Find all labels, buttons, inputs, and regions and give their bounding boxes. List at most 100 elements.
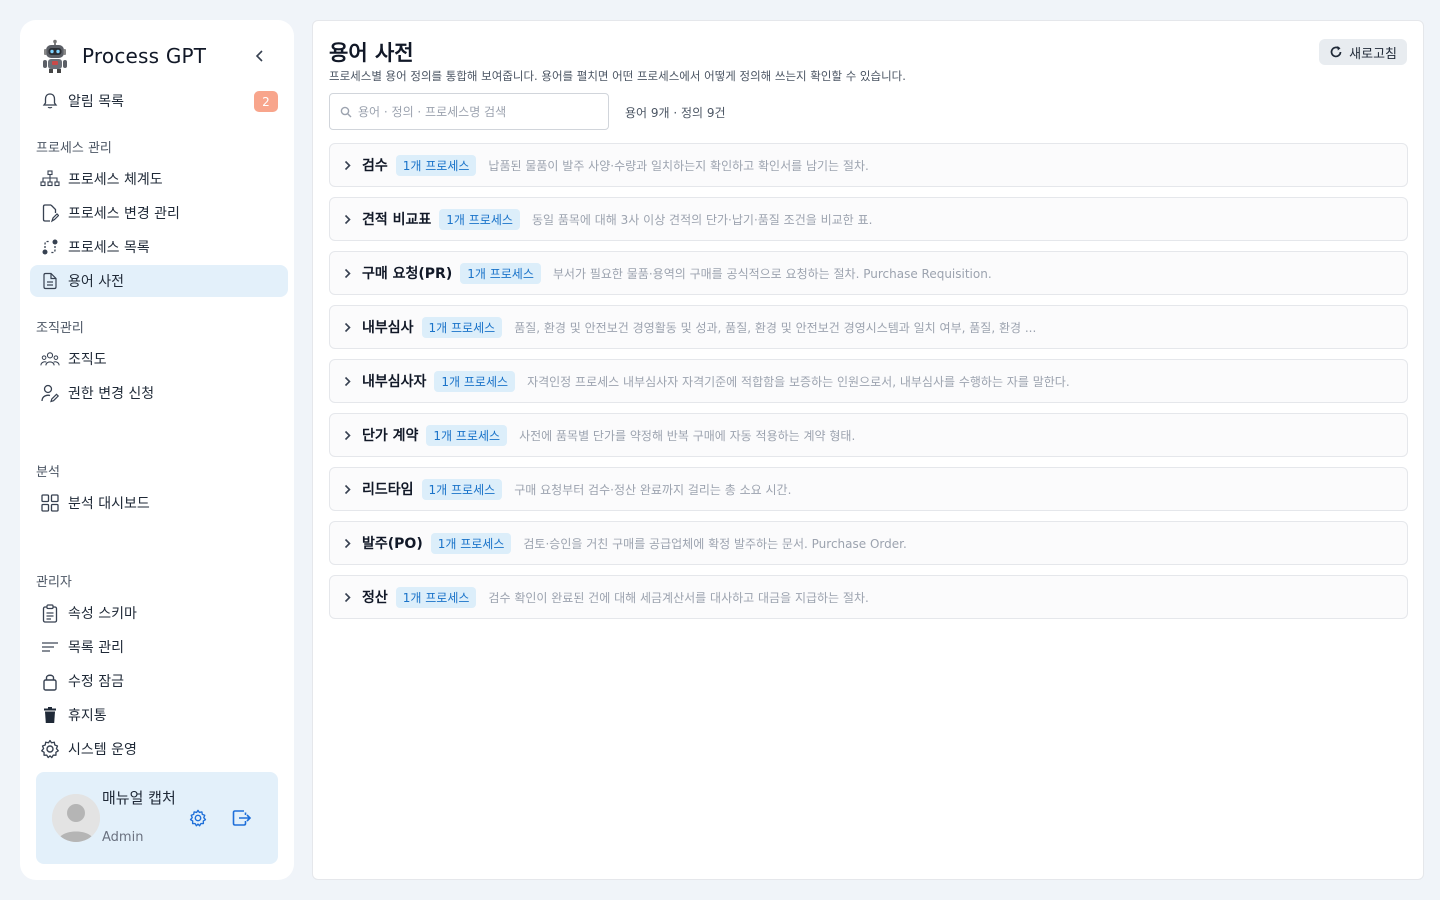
logout-icon (232, 810, 252, 826)
sidebar-item-attribute-schema[interactable]: 속성 스키마 (30, 597, 288, 629)
sidebar-item-list-management[interactable]: 목록 관리 (30, 631, 288, 663)
process-flow-icon (40, 237, 60, 257)
sidebar-item-process-change[interactable]: 프로세스 변경 관리 (30, 197, 288, 229)
settings-gear-icon (189, 809, 207, 827)
term-name: 리드타임 (362, 482, 414, 498)
chevron-left-icon (255, 50, 263, 62)
process-count-badge: 1개 프로세스 (434, 370, 516, 392)
dashboard-grid-icon (40, 493, 60, 513)
term-name: 견적 비교표 (362, 212, 432, 228)
term-row[interactable]: 내부심사자 1개 프로세스 자격인정 프로세스 내부심사자 자격기준에 적합함을… (329, 359, 1408, 403)
process-count-badge: 1개 프로세스 (395, 154, 477, 176)
bell-icon (40, 91, 60, 111)
sidebar-item-analytics-dashboard[interactable]: 분석 대시보드 (30, 487, 288, 519)
term-definition: 구매 요청부터 검수·정산 완료까지 걸리는 총 소요 시간. (514, 482, 792, 497)
main-panel: 용어 사전 프로세스별 용어 정의를 통합해 보여줍니다. 용어를 펼치면 어떤… (312, 20, 1424, 880)
sidebar-item-label: 알림 목록 (68, 94, 124, 110)
term-row[interactable]: 내부심사 1개 프로세스 품질, 환경 및 안전보건 경영활동 및 성과, 품질… (329, 305, 1408, 349)
term-definition: 검토·승인을 거친 구매를 공급업체에 확정 발주하는 문서. Purchase… (523, 536, 907, 551)
term-definition: 사전에 품목별 단가를 약정해 반복 구매에 자동 적용하는 계약 형태. (519, 428, 856, 443)
sidebar-item-label: 조직도 (68, 352, 107, 368)
chevron-right-icon (344, 160, 354, 171)
process-count-badge: 1개 프로세스 (439, 208, 520, 230)
sidebar-item-notifications[interactable]: 알림 목록 2 (30, 85, 288, 117)
users-icon (40, 349, 60, 369)
search-box[interactable] (329, 93, 609, 130)
process-count-badge: 1개 프로세스 (430, 532, 512, 554)
sidebar-item-label: 권한 변경 신청 (68, 386, 155, 402)
section-process-label: 프로세스 관리 (36, 141, 112, 156)
sidebar-item-label: 수정 잠금 (68, 674, 124, 690)
sidebar-item-trash[interactable]: 휴지통 (30, 699, 288, 731)
brand: Process GPT (38, 38, 206, 74)
chevron-right-icon (344, 322, 354, 333)
clipboard-icon (40, 603, 60, 623)
chevron-right-icon (344, 376, 354, 387)
term-name: 정산 (362, 590, 388, 606)
sidebar-item-label: 분석 대시보드 (68, 496, 150, 512)
refresh-label: 새로고침 (1349, 46, 1397, 62)
sidebar-item-label: 속성 스키마 (68, 606, 137, 622)
process-count-badge: 1개 프로세스 (460, 262, 541, 284)
document-icon (40, 271, 60, 291)
hierarchy-icon (40, 169, 60, 189)
page-subtitle: 프로세스별 용어 정의를 통합해 보여줍니다. 용어를 펼치면 어떤 프로세스에… (329, 69, 906, 83)
chevron-right-icon (344, 484, 354, 495)
collapse-sidebar-button[interactable] (250, 46, 270, 66)
term-row[interactable]: 단가 계약 1개 프로세스 사전에 품목별 단가를 약정해 반복 구매에 자동 … (329, 413, 1408, 457)
process-count-badge: 1개 프로세스 (421, 478, 503, 500)
refresh-button[interactable]: 새로고침 (1319, 39, 1407, 65)
term-row[interactable]: 검수 1개 프로세스 납품된 물품이 발주 사양·수량과 일치하는지 확인하고 … (329, 143, 1408, 187)
term-definition: 자격인정 프로세스 내부심사자 자격기준에 적합함을 보증하는 인원으로서, 내… (527, 374, 1070, 389)
sidebar-item-label: 시스템 운영 (68, 742, 137, 758)
term-row[interactable]: 정산 1개 프로세스 검수 확인이 완료된 건에 대해 세금계산서를 대사하고 … (329, 575, 1408, 619)
sidebar-item-org-chart[interactable]: 조직도 (30, 343, 288, 375)
term-name: 내부심사 (362, 320, 414, 336)
term-row[interactable]: 견적 비교표 1개 프로세스 동일 품목에 대해 3사 이상 견적의 단가·납기… (329, 197, 1408, 241)
section-org-label: 조직관리 (36, 321, 84, 336)
notification-count-badge: 2 (254, 91, 278, 112)
term-row[interactable]: 구매 요청(PR) 1개 프로세스 부서가 필요한 물품·용역의 구매를 공식적… (329, 251, 1408, 295)
sidebar: Process GPT 알림 목록 2 프로세스 관리 프로세스 체계도 프로세… (20, 20, 294, 880)
user-name: 매뉴얼 캡처 (102, 789, 176, 807)
app-title: Process GPT (82, 44, 207, 68)
sidebar-item-edit-lock[interactable]: 수정 잠금 (30, 665, 288, 697)
term-name: 단가 계약 (362, 428, 419, 444)
sidebar-item-permission-request[interactable]: 권한 변경 신청 (30, 377, 288, 409)
sidebar-item-process-list[interactable]: 프로세스 목록 (30, 231, 288, 263)
user-settings-button[interactable] (187, 807, 209, 829)
term-row[interactable]: 리드타임 1개 프로세스 구매 요청부터 검수·정산 완료까지 걸리는 총 소요… (329, 467, 1408, 511)
term-definition: 부서가 필요한 물품·용역의 구매를 공식적으로 요청하는 절차. Purcha… (552, 266, 992, 281)
gear-icon (40, 739, 60, 759)
term-count: 용어 9개 · 정의 9건 (625, 106, 726, 120)
section-admin-label: 관리자 (36, 575, 72, 590)
sidebar-item-label: 프로세스 체계도 (68, 172, 163, 188)
chevron-right-icon (344, 214, 354, 225)
sidebar-item-label: 프로세스 변경 관리 (68, 206, 180, 222)
avatar (52, 794, 100, 842)
user-role: Admin (102, 830, 144, 845)
logout-button[interactable] (231, 807, 253, 829)
sidebar-item-process-map[interactable]: 프로세스 체계도 (30, 163, 288, 195)
term-definition: 품질, 환경 및 안전보건 경영활동 및 성과, 품질, 환경 및 안전보건 경… (514, 320, 1037, 335)
term-definition: 납품된 물품이 발주 사양·수량과 일치하는지 확인하고 확인서를 남기는 절차… (488, 158, 869, 173)
term-name: 검수 (362, 158, 388, 174)
document-edit-icon (40, 203, 60, 223)
chevron-right-icon (344, 538, 354, 549)
sidebar-item-label: 용어 사전 (68, 274, 124, 290)
chevron-right-icon (344, 268, 354, 279)
sidebar-item-label: 목록 관리 (68, 640, 124, 656)
chevron-right-icon (344, 592, 354, 603)
user-profile-card: 매뉴얼 캡처 Admin (36, 772, 278, 864)
page-title: 용어 사전 (329, 41, 414, 65)
term-definition: 동일 품목에 대해 3사 이상 견적의 단가·납기·품질 조건을 비교한 표. (531, 212, 873, 227)
sidebar-item-system-ops[interactable]: 시스템 운영 (30, 733, 288, 765)
process-count-badge: 1개 프로세스 (426, 424, 508, 446)
sidebar-item-label: 휴지통 (68, 708, 107, 724)
search-input[interactable] (358, 104, 598, 119)
sidebar-item-glossary[interactable]: 용어 사전 (30, 265, 288, 297)
user-edit-icon (40, 383, 60, 403)
term-name: 구매 요청(PR) (362, 266, 453, 282)
term-row[interactable]: 발주(PO) 1개 프로세스 검토·승인을 거친 구매를 공급업체에 확정 발주… (329, 521, 1408, 565)
term-name: 내부심사자 (362, 374, 427, 390)
